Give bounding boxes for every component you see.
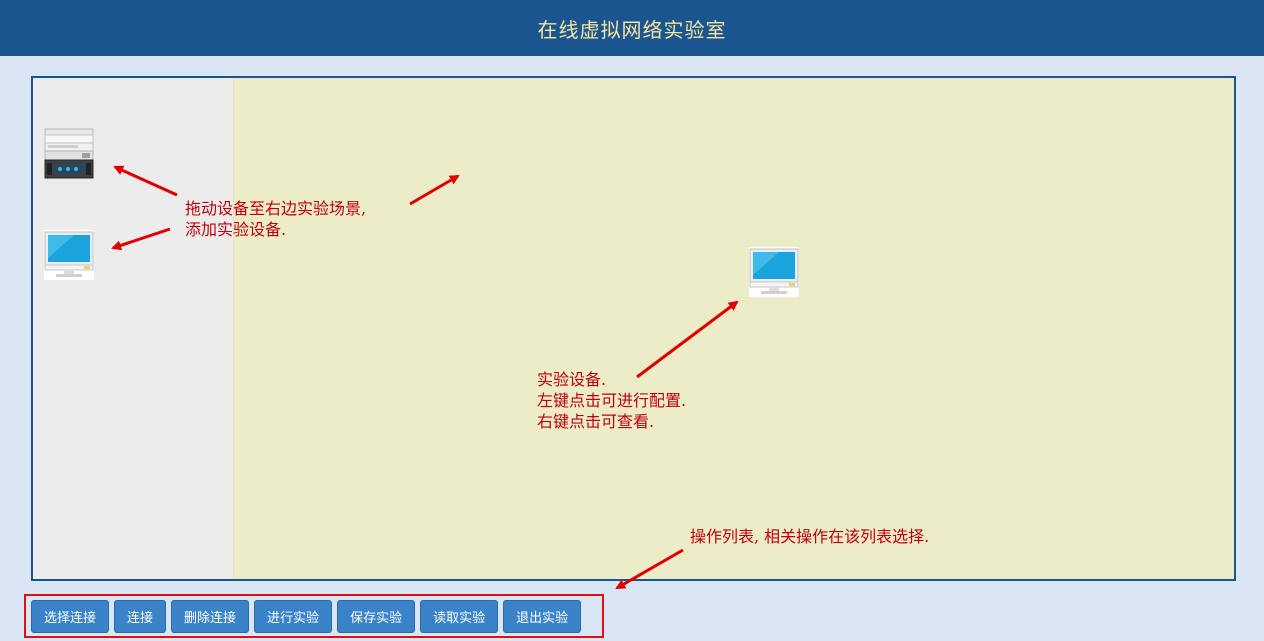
router-icon	[44, 128, 94, 179]
app-header: 在线虚拟网络实验室	[0, 0, 1264, 56]
run-experiment-button[interactable]: 进行实验	[254, 599, 333, 633]
annotation-line: 实验设备.	[537, 370, 607, 389]
device-palette	[33, 78, 234, 579]
experiment-scene[interactable]	[234, 78, 1234, 579]
annotation-line: 添加实验设备.	[185, 220, 287, 239]
palette-router-device[interactable]	[44, 128, 94, 184]
delete-connection-button[interactable]: 删除连接	[171, 599, 250, 633]
annotation-line: 右键点击可查看.	[537, 412, 655, 431]
page-title: 在线虚拟网络实验室	[537, 17, 727, 42]
annotation-device-hint: 实验设备. 左键点击可进行配置. 右键点击可查看.	[537, 369, 686, 432]
lab-workspace	[31, 76, 1236, 581]
select-connection-button[interactable]: 选择连接	[31, 599, 110, 633]
annotation-line: 操作列表, 相关操作在该列表选择.	[690, 527, 930, 546]
exit-experiment-button[interactable]: 退出实验	[503, 599, 582, 633]
connect-button[interactable]: 连接	[114, 599, 167, 633]
annotation-line: 左键点击可进行配置.	[537, 391, 687, 410]
operation-toolbar: 选择连接 连接 删除连接 进行实验 保存实验 读取实验 退出实验	[24, 594, 604, 638]
annotation-ops-hint: 操作列表, 相关操作在该列表选择.	[690, 526, 929, 547]
annotation-drag-hint: 拖动设备至右边实验场景, 添加实验设备.	[185, 198, 366, 240]
computer-icon	[749, 247, 799, 297]
computer-icon	[44, 230, 94, 280]
annotation-line: 拖动设备至右边实验场景,	[185, 199, 367, 218]
palette-computer-device[interactable]	[44, 230, 94, 284]
save-experiment-button[interactable]: 保存实验	[337, 599, 416, 633]
scene-computer-device[interactable]	[749, 247, 799, 301]
load-experiment-button[interactable]: 读取实验	[420, 599, 499, 633]
